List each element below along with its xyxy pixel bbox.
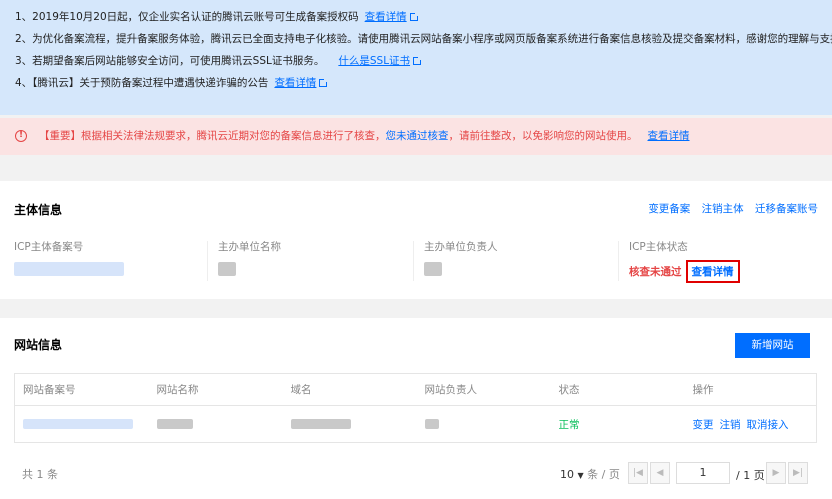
site-owner-value (424, 419, 439, 429)
external-link-icon[interactable] (409, 11, 420, 21)
total-count: 共 1 条 (22, 468, 58, 481)
total-pages: / 1 页 (736, 469, 765, 482)
alert-text-before: 【重要】根据相关法律法规要求，腾讯云近期对您的备案信息进行了核查， (39, 130, 386, 142)
alert-text-after: ，请前往整改，以免影响您的网站使用。 (448, 130, 638, 142)
table-header-row: 网站备案号 网站名称 域名 网站负责人 状态 操作 (14, 373, 817, 406)
field-icp-status: ICP主体状态 核查未通过 查看详情 (629, 239, 740, 283)
change-record-button[interactable]: 变更备案 (648, 203, 690, 215)
icp-no-label: ICP主体备案号 (14, 241, 84, 253)
field-org-name: 主办单位名称 (218, 239, 281, 279)
cell-site-owner (417, 406, 551, 443)
external-link-icon[interactable] (413, 55, 424, 65)
col-site-owner: 网站负责人 (416, 373, 551, 406)
prev-page-icon[interactable]: ◀ (650, 462, 670, 484)
last-page-icon[interactable]: ▶| (788, 462, 808, 484)
subject-actions: 变更备案 注销主体 迁移备案账号 (640, 201, 818, 216)
field-org-owner: 主办单位负责人 (424, 239, 498, 279)
record-no-value (23, 419, 133, 429)
divider (413, 241, 414, 281)
website-info-card: 网站信息 新增网站 网站备案号 网站名称 域名 网站负责人 状态 操作 正常 变… (0, 318, 832, 499)
org-owner-value (424, 262, 442, 276)
icp-status-detail-link[interactable]: 查看详情 (685, 260, 740, 283)
org-owner-label: 主办单位负责人 (424, 241, 498, 253)
cell-record-no (15, 406, 149, 443)
divider (618, 241, 619, 281)
pagination: 共 1 条 10 ▼ 条 / 页 |◀ ◀ 1 / 1 页 ▶ ▶| (0, 458, 832, 488)
alert-banner: ! 【重要】根据相关法律法规要求，腾讯云近期对您的备案信息进行了核查，您未通过核查… (0, 118, 832, 155)
row-change-button[interactable]: 变更 (693, 419, 714, 431)
migrate-account-button[interactable]: 迁移备案账号 (755, 203, 818, 215)
notice-line-3: 3、若期望备案后网站能够安全访问，可使用腾讯云SSL证书服务。 什么是SSL证书 (15, 50, 832, 72)
cancel-subject-button[interactable]: 注销主体 (702, 203, 744, 215)
warning-icon: ! (15, 130, 27, 142)
next-page-icon[interactable]: ▶ (766, 462, 786, 484)
domain-value (290, 419, 351, 429)
notice-line-2-text: 2、为优化备案流程，提升备案服务体验，腾讯云已全面支持电子化核验。请使用腾讯云网… (15, 33, 832, 45)
icp-status-label: ICP主体状态 (629, 241, 688, 253)
page-number-input[interactable]: 1 (676, 462, 730, 484)
col-record-no: 网站备案号 (14, 373, 149, 406)
divider (207, 241, 208, 281)
row-unbind-button[interactable]: 取消接入 (747, 419, 789, 431)
org-name-value (218, 262, 236, 276)
notice-panel: 1、2019年10月20日起，仅企业实名认证的腾讯云账号可生成备案授权码 查看详情… (0, 0, 832, 115)
notice-line-4-text: 4、【腾讯云】关于预防备案过程中遭遇快递诈骗的公告 (15, 77, 269, 89)
alert-highlight: 您未通过核查 (385, 130, 449, 142)
page-size-unit: 条 / 页 (587, 468, 620, 481)
notice-line-4-link[interactable]: 查看详情 (274, 77, 316, 89)
subject-info-card: 主体信息 变更备案 注销主体 迁移备案账号 ICP主体备案号 主办单位名称 主办… (0, 181, 832, 299)
cell-site-name (149, 406, 283, 443)
cell-actions: 变更 注销 取消接入 (685, 406, 817, 443)
field-icp-no: ICP主体备案号 (14, 239, 124, 279)
site-name-value (156, 419, 193, 429)
chevron-down-icon: ▼ (577, 471, 584, 480)
add-website-button[interactable]: 新增网站 (735, 333, 810, 358)
notice-line-1-link[interactable]: 查看详情 (365, 11, 407, 23)
cell-status: 正常 (558, 418, 580, 431)
page-size-select[interactable]: 10 ▼ 条 / 页 (560, 466, 620, 482)
notice-line-1-text: 1、2019年10月20日起，仅企业实名认证的腾讯云账号可生成备案授权码 (15, 11, 359, 23)
org-name-label: 主办单位名称 (218, 241, 281, 253)
icp-no-value (14, 262, 124, 276)
notice-line-4: 4、【腾讯云】关于预防备案过程中遭遇快递诈骗的公告 查看详情 (15, 72, 832, 94)
cell-domain (283, 406, 417, 443)
notice-line-1: 1、2019年10月20日起，仅企业实名认证的腾讯云账号可生成备案授权码 查看详情 (15, 6, 832, 28)
notice-line-3-text: 3、若期望备案后网站能够安全访问，可使用腾讯云SSL证书服务。 (15, 55, 325, 67)
icp-status-value: 核查未通过 (629, 266, 682, 278)
first-page-icon[interactable]: |◀ (628, 462, 648, 484)
row-cancel-button[interactable]: 注销 (720, 419, 741, 431)
table-row: 正常 变更 注销 取消接入 (15, 406, 817, 443)
notice-line-3-link[interactable]: 什么是SSL证书 (338, 55, 410, 67)
website-table: 网站备案号 网站名称 域名 网站负责人 状态 操作 正常 变更 注销 取消接入 (14, 373, 817, 443)
subject-title: 主体信息 (14, 203, 63, 217)
col-status: 状态 (550, 373, 685, 406)
website-title: 网站信息 (14, 338, 63, 352)
col-site-name: 网站名称 (148, 373, 283, 406)
col-actions: 操作 (684, 373, 817, 406)
notice-line-2: 2、为优化备案流程，提升备案服务体验，腾讯云已全面支持电子化核验。请使用腾讯云网… (15, 28, 832, 50)
alert-detail-link[interactable]: 查看详情 (648, 130, 690, 142)
col-domain: 域名 (282, 373, 417, 406)
external-link-icon[interactable] (319, 77, 330, 87)
page-size-value: 10 (560, 468, 574, 481)
